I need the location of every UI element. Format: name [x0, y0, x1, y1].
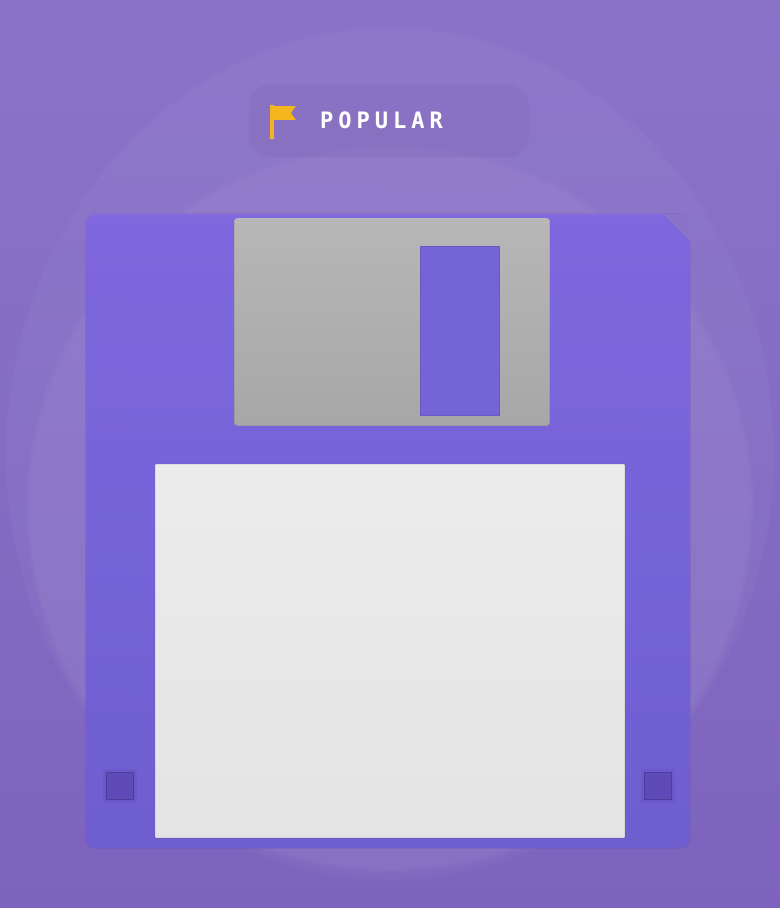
- brand-badge: POPULAR: [248, 84, 530, 158]
- metal-shutter: [234, 218, 550, 426]
- blank-label: [155, 464, 625, 838]
- disk-corner-notch: [663, 214, 691, 242]
- floppy-disk-icon: [86, 214, 691, 848]
- write-protect-hole: [106, 772, 134, 800]
- brand-text: POPULAR: [320, 109, 448, 134]
- density-hole: [644, 772, 672, 800]
- poster-background: POPULAR: [0, 0, 780, 908]
- shutter-window: [420, 246, 500, 416]
- flag-icon: [270, 105, 296, 139]
